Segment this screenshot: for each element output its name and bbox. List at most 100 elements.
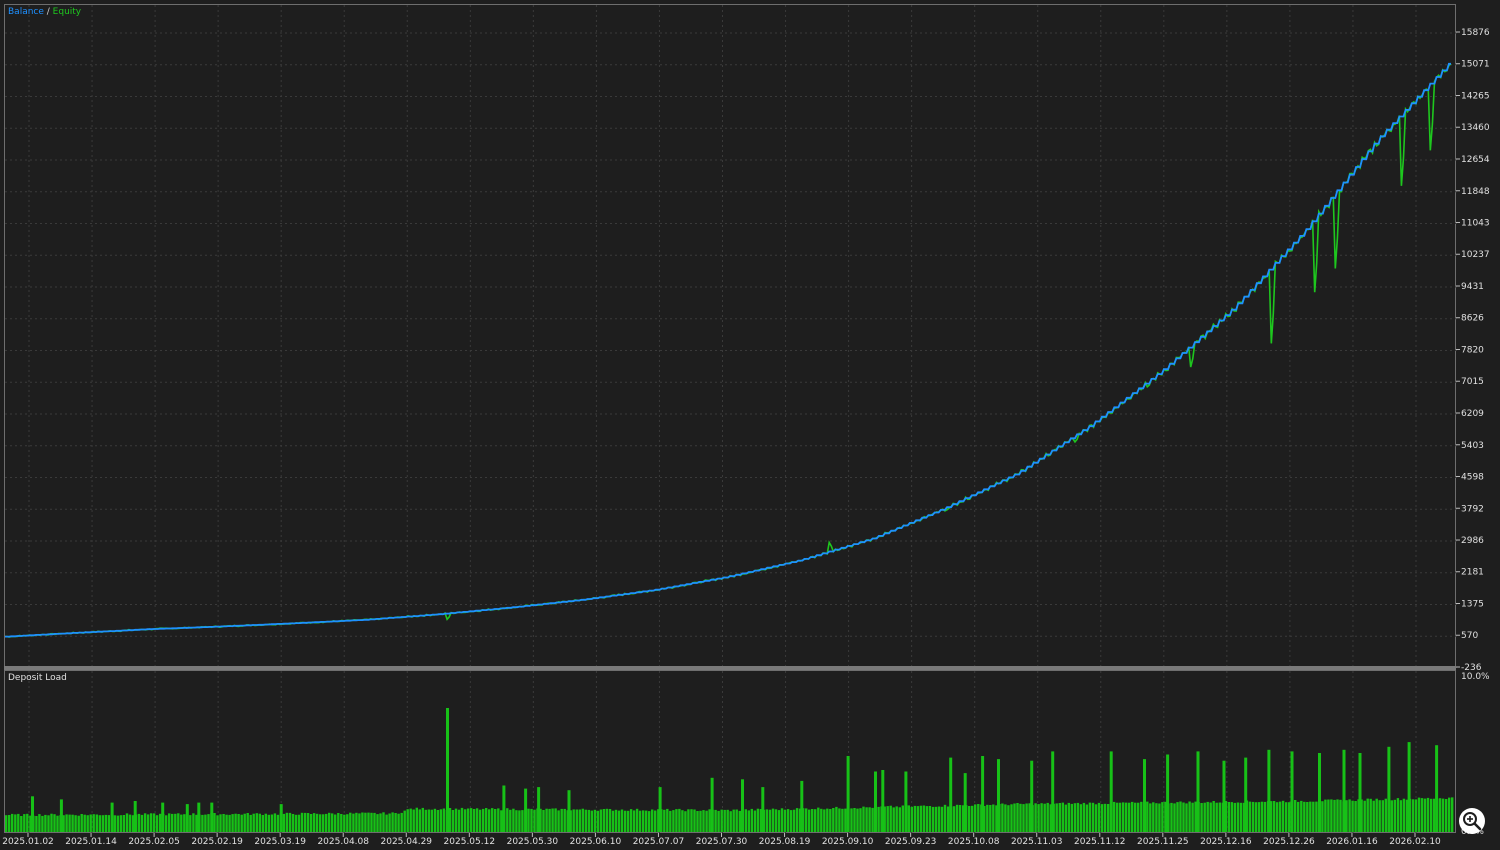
x-tick-label: 2025.01.14 <box>65 837 117 847</box>
load-bar <box>340 814 343 832</box>
load-bar <box>771 808 775 832</box>
load-bar <box>406 809 409 832</box>
load-bar <box>346 814 349 832</box>
load-bar <box>1085 804 1089 832</box>
load-bar <box>451 810 455 832</box>
load-bar <box>877 806 880 832</box>
load-bar <box>898 807 901 832</box>
y-tick-label: 14265 <box>1461 91 1490 101</box>
load-bar <box>720 809 723 832</box>
load-bar <box>1254 802 1258 832</box>
load-spike-bar <box>1051 751 1055 832</box>
load-bar <box>74 815 77 832</box>
load-bar <box>554 808 557 832</box>
load-bar <box>744 809 747 832</box>
load-bar <box>853 808 856 832</box>
load-bar <box>795 808 799 832</box>
x-tick-label: 2025.07.30 <box>696 837 748 847</box>
load-bar <box>1378 800 1381 832</box>
y-tick-label: 7820 <box>1461 346 1484 356</box>
load-spike-bar <box>1143 759 1146 832</box>
load-bar <box>1128 802 1131 832</box>
load-bar <box>309 814 313 832</box>
load-bar <box>1288 802 1291 832</box>
load-bar <box>672 810 675 832</box>
load-bar <box>626 810 630 832</box>
load-bar <box>1025 803 1028 832</box>
x-tick-label: 2025.04.08 <box>317 837 369 847</box>
load-bar <box>1046 802 1049 832</box>
load-bar <box>249 814 252 832</box>
load-bar <box>388 813 391 832</box>
load-bar <box>1366 798 1369 832</box>
y-tick-label: 12654 <box>1461 155 1490 165</box>
load-bar <box>1402 798 1406 832</box>
load-bar <box>56 815 59 832</box>
load-bar <box>149 813 153 832</box>
load-bar <box>617 810 621 832</box>
x-tick-label: 2025.09.10 <box>822 837 874 847</box>
load-bar <box>228 814 231 832</box>
load-bar <box>533 809 536 832</box>
load-bar <box>1173 803 1176 832</box>
load-bar <box>1137 802 1140 832</box>
load-bar <box>469 808 473 832</box>
zoom-button[interactable] <box>1459 808 1485 834</box>
y-tick-label: 6209 <box>1461 409 1484 419</box>
load-bar <box>986 804 989 832</box>
load-bar <box>515 810 518 832</box>
load-bar <box>41 815 44 832</box>
load-bar <box>777 810 781 832</box>
load-bar <box>832 808 835 832</box>
load-bar <box>1448 797 1451 832</box>
load-bar <box>180 814 183 832</box>
load-bar <box>651 809 654 832</box>
x-tick-label: 2025.12.16 <box>1200 837 1252 847</box>
load-bar <box>192 813 195 832</box>
load-bar <box>137 813 141 832</box>
load-bar <box>527 808 530 832</box>
load-bar <box>925 806 929 832</box>
load-bar <box>104 814 107 832</box>
load-bar <box>829 809 832 832</box>
load-bar <box>183 814 186 832</box>
load-bar <box>1345 800 1348 832</box>
load-spike-bar <box>1166 754 1170 832</box>
load-bar <box>1303 801 1306 832</box>
load-bar <box>530 808 533 832</box>
y-tick-label: 2986 <box>1461 536 1484 546</box>
load-bar <box>463 809 467 832</box>
load-bar <box>222 814 225 832</box>
load-bar <box>946 806 950 832</box>
load-bar <box>542 810 545 832</box>
x-tick-label: 2026.02.10 <box>1389 837 1441 847</box>
load-bar <box>596 810 600 832</box>
load-spike-bar <box>741 779 744 832</box>
load-bar <box>1170 802 1173 832</box>
load-bar <box>1203 802 1206 832</box>
load-bar <box>786 809 790 832</box>
load-bar <box>38 814 41 832</box>
x-tick-label: 2025.11.03 <box>1011 837 1063 847</box>
load-spike-bar <box>1030 760 1034 832</box>
load-bar <box>409 808 412 832</box>
load-bar <box>937 806 941 832</box>
x-tick-label: 2025.08.19 <box>759 837 811 847</box>
load-bar <box>273 813 277 832</box>
y-tick-label: 13460 <box>1461 123 1490 133</box>
load-bar <box>355 812 358 832</box>
load-bar <box>246 813 249 832</box>
load-bar <box>1248 801 1252 832</box>
load-bar <box>1384 798 1387 832</box>
load-spike-bar <box>1222 760 1226 832</box>
load-bar <box>113 815 117 832</box>
load-bar <box>563 808 566 832</box>
load-bar <box>1297 801 1300 832</box>
load-bar <box>968 806 971 832</box>
load-bar <box>424 809 427 832</box>
load-bar <box>80 814 83 832</box>
load-bar <box>735 809 738 832</box>
load-bar <box>1055 803 1058 832</box>
load-bar <box>1043 803 1046 832</box>
load-bar <box>442 808 446 832</box>
